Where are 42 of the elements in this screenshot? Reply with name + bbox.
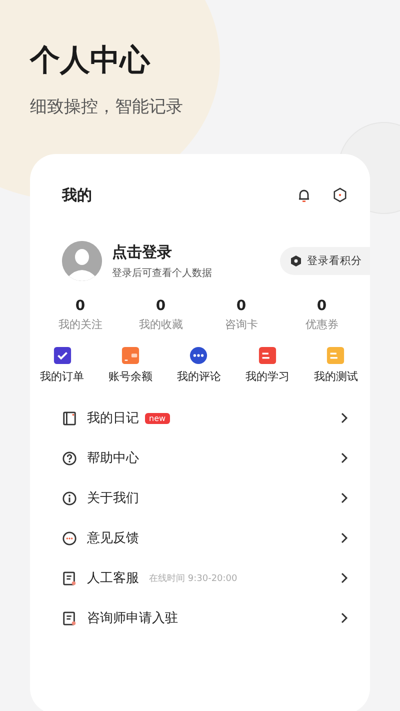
chevron-right-icon[interactable] [340, 412, 348, 424]
shortcut-button[interactable]: 账号余额 [96, 346, 165, 384]
stat-value: 0 [74, 298, 86, 314]
stat-value: 0 [235, 298, 248, 314]
menu-item[interactable]: 我的日记 [87, 409, 139, 427]
shortcut-button[interactable]: 我的订单 [28, 346, 96, 384]
chevron-right-icon[interactable] [340, 612, 348, 624]
menu-item[interactable]: 咨询师申请入驻 [87, 609, 178, 627]
document-icon [62, 570, 77, 586]
hexagon-icon[interactable] [332, 187, 348, 203]
login-link[interactable]: 点击登录 [112, 242, 280, 262]
new-badge: new [145, 412, 170, 424]
hours-note: 在线时间 9:30-20:00 [149, 572, 238, 584]
menu-item[interactable]: 人工客服 [87, 569, 139, 587]
stat-value: 0 [154, 298, 167, 314]
chevron-right-icon[interactable] [340, 492, 348, 504]
menu-item[interactable]: 帮助中心 [87, 449, 139, 467]
stat-label[interactable]: 咨询卡 [201, 317, 282, 332]
chevron-right-icon[interactable] [340, 452, 348, 464]
points-button[interactable]: 登录看积分 [280, 247, 370, 275]
login-hint: 登录后可查看个人数据 [112, 266, 213, 280]
page-title: 个人中心 [30, 42, 152, 80]
menu-item[interactable]: 关于我们 [87, 489, 139, 507]
stat-label[interactable]: 我的收藏 [120, 317, 201, 332]
shortcut-button[interactable]: 我的评论 [164, 346, 234, 384]
info-icon [62, 490, 77, 506]
menu-item[interactable]: 意见反馈 [87, 529, 139, 547]
hexagon-icon [290, 255, 302, 267]
document-icon [62, 610, 77, 626]
chat-icon [62, 530, 77, 546]
chevron-right-icon[interactable] [340, 532, 348, 544]
chevron-right-icon[interactable] [340, 572, 348, 584]
notebook-icon [62, 410, 77, 426]
stat-label[interactable]: 优惠券 [282, 317, 362, 332]
shortcut-button[interactable]: 我的测试 [302, 346, 370, 384]
page-subtitle: 细致操控，智能记录 [30, 96, 184, 118]
shortcut-button[interactable]: 我的学习 [233, 346, 302, 384]
help-icon [62, 450, 77, 466]
stat-label[interactable]: 我的关注 [40, 317, 120, 332]
card-title: 我的 [62, 186, 93, 204]
bell-icon[interactable] [296, 187, 312, 203]
stat-value: 0 [316, 298, 328, 314]
